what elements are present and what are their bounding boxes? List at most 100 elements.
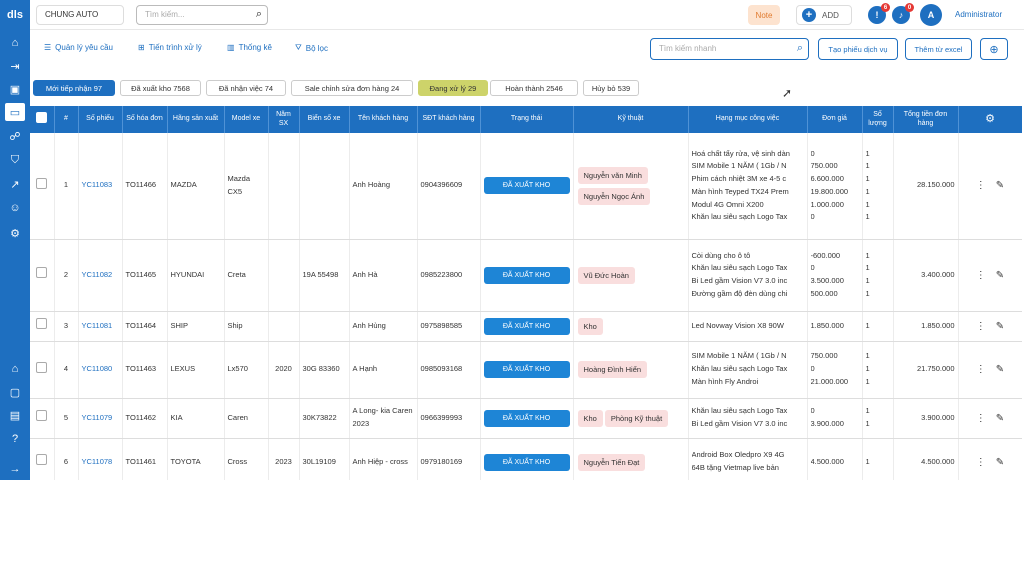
- list-icon: ☰: [44, 43, 52, 52]
- technician-tag[interactable]: Phòng Kỹ thuật: [604, 409, 669, 427]
- row-checkbox[interactable]: [36, 454, 48, 466]
- tab-4[interactable]: Đang xử lý 29: [418, 80, 488, 96]
- order-total: 4.500.000: [893, 438, 959, 480]
- technician-tag[interactable]: Nguyễn Tiến Đạt: [577, 453, 646, 471]
- status-badge[interactable]: ĐÃ XUẤT KHO: [483, 317, 570, 335]
- technician-tag[interactable]: Nguyễn Ngọc Ánh: [577, 187, 651, 205]
- technician-tag[interactable]: Nguyễn văn Minh: [577, 166, 648, 184]
- stats-link[interactable]: ▥ Thống kê: [227, 43, 272, 52]
- zoom-search-icon[interactable]: ⊕: [980, 38, 1008, 60]
- status-cell: ĐÃ XUẤT KHO: [480, 398, 574, 439]
- column-header[interactable]: Năm SX: [268, 106, 300, 133]
- more-icon[interactable]: ⋮: [976, 364, 986, 375]
- column-header[interactable]: Hạng mục công việc: [688, 106, 808, 133]
- login-icon[interactable]: ⇥: [6, 57, 24, 75]
- tab-2[interactable]: Đã nhận việc 74: [206, 80, 286, 96]
- ticket-link[interactable]: YC11078: [78, 438, 123, 480]
- row-checkbox[interactable]: [36, 177, 48, 189]
- box-icon[interactable]: ▣: [6, 80, 24, 98]
- search-icon[interactable]: ⌕: [797, 42, 803, 55]
- column-header[interactable]: Tên khách hàng: [349, 106, 418, 133]
- more-icon[interactable]: ⋮: [976, 413, 986, 424]
- more-icon[interactable]: ⋮: [976, 270, 986, 281]
- tab-5[interactable]: Hoàn thành 2546: [490, 80, 578, 96]
- more-icon[interactable]: ⋮: [976, 457, 986, 468]
- status-badge[interactable]: ĐÃ XUẤT KHO: [483, 177, 570, 195]
- alert-icon[interactable]: ! 6: [868, 3, 890, 24]
- technician-tag[interactable]: Hoàng Đình Hiển: [577, 361, 648, 378]
- help-icon[interactable]: ?: [6, 430, 24, 448]
- avatar[interactable]: A: [920, 4, 942, 26]
- column-header[interactable]: SĐT khách hàng: [417, 106, 481, 133]
- ticket-link[interactable]: YC11083: [78, 133, 123, 240]
- arrow-right-icon[interactable]: →: [6, 460, 24, 478]
- users-icon[interactable]: ☍: [6, 127, 24, 145]
- bell-icon[interactable]: ♪ 0: [892, 3, 914, 24]
- column-header[interactable]: #: [54, 106, 79, 133]
- edit-icon[interactable]: ✎: [996, 457, 1004, 468]
- column-header[interactable]: Kỹ thuật: [573, 106, 689, 133]
- row-checkbox[interactable]: [36, 318, 48, 330]
- edit-icon[interactable]: ✎: [996, 413, 1004, 424]
- column-header[interactable]: Trạng thái: [480, 106, 574, 133]
- user-name[interactable]: Administrator: [955, 10, 1002, 19]
- status-badge[interactable]: ĐÃ XUẤT KHO: [483, 453, 570, 471]
- column-header[interactable]: Số lượng: [862, 106, 894, 133]
- column-header[interactable]: Đơn giá: [807, 106, 863, 133]
- gear-icon[interactable]: ⚙: [985, 113, 995, 125]
- laptop-icon[interactable]: ▭: [5, 103, 25, 121]
- qt-line: 1: [865, 376, 870, 386]
- tab-6[interactable]: Hủy bỏ 539: [583, 80, 639, 96]
- quick-search-input[interactable]: Tìm kiếm nhanh ⌕: [650, 38, 809, 60]
- item-line: Khăn lau siêu sạch Logo Tax: [691, 406, 788, 416]
- global-search-input[interactable]: Tìm kiếm... ⌕: [136, 5, 268, 25]
- progress-link[interactable]: ⊞ Tiến trình xử lý: [138, 43, 202, 52]
- technician-tag[interactable]: Kho: [577, 317, 603, 335]
- tag-icon[interactable]: ⌂: [6, 34, 24, 52]
- note-button[interactable]: Note: [748, 5, 780, 25]
- more-icon[interactable]: ⋮: [976, 321, 986, 332]
- home-icon[interactable]: ⌂: [6, 360, 24, 378]
- search-icon[interactable]: ⌕: [256, 8, 262, 21]
- more-icon[interactable]: ⋮: [976, 180, 986, 191]
- row-checkbox[interactable]: [36, 410, 48, 422]
- column-header[interactable]: Model xe: [224, 106, 269, 133]
- add-button[interactable]: + ADD: [796, 5, 852, 25]
- gear-icon[interactable]: ⚙: [6, 224, 24, 242]
- import-excel-button[interactable]: Thêm từ excel: [905, 38, 972, 60]
- column-header[interactable]: Tổng tiền đơn hàng: [893, 106, 959, 133]
- column-header[interactable]: Số hóa đơn: [122, 106, 168, 133]
- column-header[interactable]: Hãng sản xuất: [167, 106, 225, 133]
- tab-1[interactable]: Đã xuất kho 7568: [120, 80, 201, 96]
- ticket-link[interactable]: YC11080: [78, 341, 123, 399]
- edit-icon[interactable]: ✎: [996, 180, 1004, 191]
- item-line: Khăn lau siêu sạch Logo Tax: [691, 212, 788, 222]
- technician-tag[interactable]: Vũ Đức Hoàn: [577, 266, 635, 284]
- ticket-link[interactable]: YC11081: [78, 311, 123, 342]
- status-badge[interactable]: ĐÃ XUẤT KHO: [483, 409, 570, 427]
- requests-link[interactable]: ☰ Quản lý yêu cầu: [44, 43, 113, 52]
- status-badge[interactable]: ĐÃ XUẤT KHO: [483, 266, 570, 284]
- column-header[interactable]: Số phiếu: [78, 106, 123, 133]
- row-checkbox[interactable]: [36, 267, 48, 279]
- select-all-checkbox[interactable]: [36, 112, 48, 124]
- ticket-link[interactable]: YC11079: [78, 398, 123, 439]
- status-badge[interactable]: ĐÃ XUẤT KHO: [483, 361, 570, 378]
- technician-tag[interactable]: Kho: [577, 409, 603, 427]
- shield-icon[interactable]: ⛉: [6, 151, 24, 169]
- row-checkbox[interactable]: [36, 361, 48, 373]
- edit-icon[interactable]: ✎: [996, 270, 1004, 281]
- box-icon[interactable]: ▢: [6, 383, 24, 401]
- table-icon[interactable]: ▤: [6, 406, 24, 424]
- tab-0[interactable]: Mới tiếp nhận 97: [33, 80, 115, 96]
- chart-icon[interactable]: ↗: [6, 175, 24, 193]
- edit-icon[interactable]: ✎: [996, 364, 1004, 375]
- column-header[interactable]: Biển số xe: [299, 106, 350, 133]
- tab-3[interactable]: Sale chỉnh sửa đơn hàng 24: [291, 80, 413, 96]
- robot-icon[interactable]: ☺: [6, 199, 24, 217]
- ticket-link[interactable]: YC11082: [78, 239, 123, 312]
- filter-link[interactable]: ⛛ Bộ lọc: [295, 43, 328, 53]
- create-ticket-button[interactable]: Tạo phiếu dịch vụ: [818, 38, 898, 60]
- edit-icon[interactable]: ✎: [996, 321, 1004, 332]
- company-selector[interactable]: CHUNG AUTO: [36, 5, 124, 25]
